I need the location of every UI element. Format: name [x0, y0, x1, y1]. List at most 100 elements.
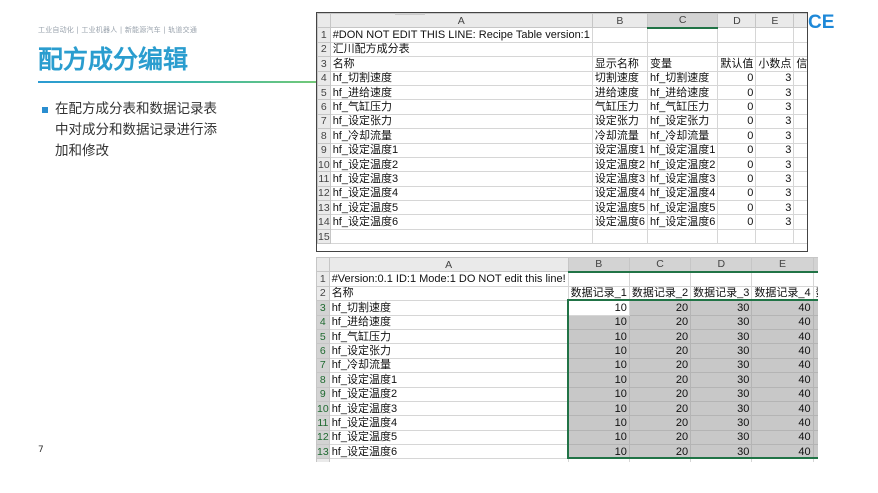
cell-c10[interactable]: hf_设定温度2 [646, 156, 719, 173]
cell-d10[interactable]: 30 [690, 400, 753, 417]
row-header[interactable]: 2 [316, 285, 330, 302]
cell-b12[interactable]: 设定温度4 [591, 185, 649, 202]
row-header[interactable]: 9 [317, 142, 331, 158]
cell-a4[interactable]: hf_进给速度 [328, 314, 569, 330]
cell-f12[interactable] [793, 185, 807, 202]
column-header-b[interactable]: B [591, 13, 649, 29]
cell-a2[interactable]: 名称 [328, 285, 569, 302]
cell-a15[interactable] [329, 228, 593, 245]
cell-e12[interactable]: 3 [755, 185, 795, 202]
cell-c13[interactable]: 20 [628, 444, 692, 460]
cell-d2[interactable]: 数据记录_3 [690, 285, 753, 302]
row-header[interactable]: 3 [317, 56, 331, 72]
cell-e14[interactable] [751, 458, 814, 462]
cell-a4[interactable]: hf_切割速度 [329, 70, 593, 86]
cell-f5[interactable] [793, 84, 807, 101]
cell-d10[interactable]: 0 [717, 156, 757, 173]
row-header[interactable]: 14 [316, 458, 330, 462]
cell-f14[interactable] [793, 214, 807, 230]
cell-a11[interactable]: hf_设定温度3 [329, 171, 593, 187]
cell-d14[interactable]: 0 [717, 214, 757, 230]
cell-f13[interactable]: 50 [812, 444, 818, 460]
cell-b2[interactable]: 数据记录_1 [567, 285, 630, 302]
cell-c3[interactable]: 20 [628, 300, 692, 316]
cell-f8[interactable]: 50 [812, 372, 818, 388]
select-all-corner[interactable] [317, 13, 331, 29]
cell-d9[interactable]: 30 [690, 386, 753, 402]
cell-c4[interactable]: hf_切割速度 [646, 70, 719, 86]
cell-e13[interactable]: 40 [751, 444, 814, 460]
cell-d12[interactable]: 30 [690, 429, 753, 446]
cell-e11[interactable]: 3 [755, 171, 795, 187]
column-header-c[interactable]: C [646, 13, 719, 29]
cell-f8[interactable] [793, 128, 807, 144]
cell-b8[interactable]: 10 [567, 372, 630, 388]
cell-a10[interactable]: hf_设定温度2 [329, 156, 593, 173]
cell-f12[interactable]: 50 [812, 429, 818, 446]
cell-c2[interactable] [646, 41, 719, 58]
column-header-d[interactable]: D [690, 257, 753, 273]
select-all-corner[interactable] [316, 257, 330, 273]
cell-a12[interactable]: hf_设定温度5 [328, 429, 569, 446]
cell-c3[interactable]: 变量 [646, 56, 719, 72]
cell-e9[interactable]: 3 [755, 142, 795, 158]
cell-f6[interactable] [793, 99, 807, 115]
cell-a1[interactable]: #DON NOT EDIT THIS LINE: Recipe Table ve… [329, 27, 593, 43]
cell-f10[interactable]: 50 [812, 400, 818, 417]
cell-c10[interactable]: 20 [628, 400, 692, 417]
cell-b7[interactable]: 10 [567, 357, 630, 374]
column-header-a[interactable]: A [329, 13, 593, 29]
cell-b13[interactable]: 10 [567, 444, 630, 460]
row-header[interactable]: 6 [316, 343, 330, 359]
cell-e2[interactable] [755, 41, 795, 58]
row-header[interactable]: 1 [317, 27, 331, 43]
cell-b15[interactable] [591, 228, 649, 245]
cell-f10[interactable] [793, 156, 807, 173]
row-header[interactable]: 8 [317, 128, 331, 144]
cell-f4[interactable] [793, 70, 807, 86]
cell-e5[interactable]: 3 [755, 84, 795, 101]
cell-c8[interactable]: hf_冷却流量 [646, 128, 719, 144]
cell-b14[interactable] [567, 458, 630, 462]
cell-b3[interactable]: 显示名称 [591, 56, 649, 72]
cell-a14[interactable] [328, 458, 569, 462]
cell-b4[interactable]: 切割速度 [591, 70, 649, 86]
row-header[interactable]: 7 [317, 113, 331, 130]
cell-a7[interactable]: hf_设定张力 [329, 113, 593, 130]
cell-b2[interactable] [591, 41, 649, 58]
row-header[interactable]: 11 [316, 415, 330, 431]
row-header[interactable]: 11 [317, 171, 331, 187]
cell-a12[interactable]: hf_设定温度4 [329, 185, 593, 202]
cell-a6[interactable]: hf_设定张力 [328, 343, 569, 359]
cell-f1[interactable] [793, 27, 807, 43]
cell-c6[interactable]: 20 [628, 343, 692, 359]
cell-c15[interactable] [646, 228, 719, 245]
cell-c5[interactable]: hf_进给速度 [646, 84, 719, 101]
cell-a5[interactable]: hf_气缸压力 [328, 328, 569, 345]
cell-f9[interactable]: 50 [812, 386, 818, 402]
cell-c7[interactable]: 20 [628, 357, 692, 374]
cell-a8[interactable]: hf_冷却流量 [329, 128, 593, 144]
cell-c11[interactable]: 20 [628, 415, 692, 431]
cell-f13[interactable] [793, 200, 807, 216]
cell-c12[interactable]: hf_设定温度4 [646, 185, 719, 202]
cell-b1[interactable] [567, 271, 630, 287]
cell-e2[interactable]: 数据记录_4 [751, 285, 814, 302]
cell-b10[interactable]: 10 [567, 400, 630, 417]
column-header-a[interactable]: A [328, 257, 569, 273]
cell-f2[interactable]: 数据记录_5 [812, 285, 818, 302]
cell-e7[interactable]: 3 [755, 113, 795, 130]
row-header[interactable]: 10 [316, 400, 330, 417]
cell-e12[interactable]: 40 [751, 429, 814, 446]
cell-f3[interactable]: 信息文本 [793, 56, 807, 72]
cell-b1[interactable] [591, 27, 649, 43]
cell-f14[interactable] [812, 458, 818, 462]
cell-d5[interactable]: 30 [690, 328, 753, 345]
cell-c13[interactable]: hf_设定温度5 [646, 200, 719, 216]
cell-e4[interactable]: 40 [751, 314, 814, 330]
row-header[interactable]: 2 [317, 41, 331, 58]
cell-f7[interactable]: 50 [812, 357, 818, 374]
cell-e10[interactable]: 3 [755, 156, 795, 173]
cell-a9[interactable]: hf_设定温度2 [328, 386, 569, 402]
cell-c8[interactable]: 20 [628, 372, 692, 388]
